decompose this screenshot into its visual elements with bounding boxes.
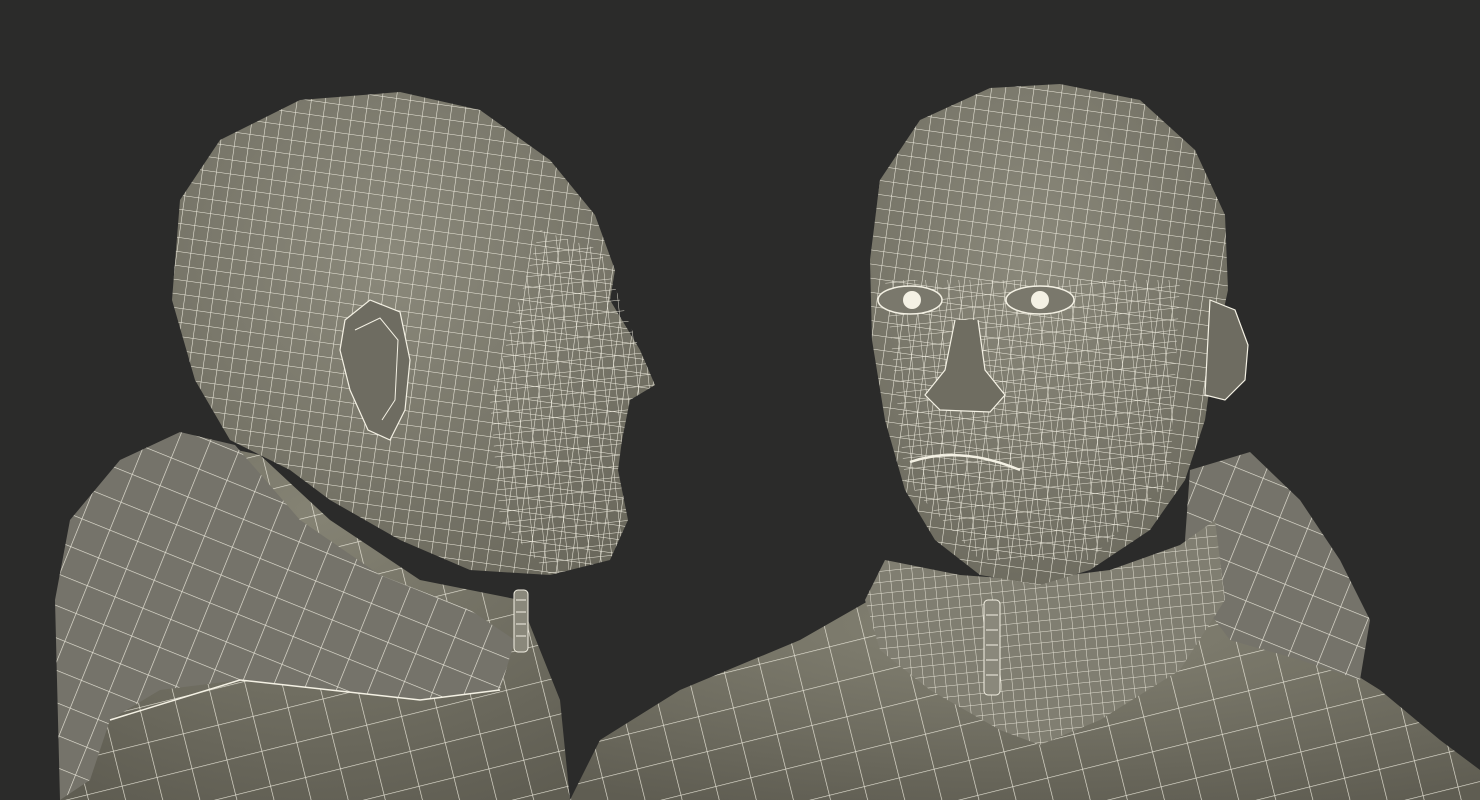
front-view-head — [870, 84, 1228, 585]
render-viewport — [0, 0, 1480, 800]
side-view-figure — [55, 92, 655, 800]
side-view-zipper — [513, 589, 529, 653]
front-view-ear — [1204, 299, 1249, 401]
front-view-figure — [570, 84, 1480, 800]
front-view-zipper — [983, 599, 1001, 696]
wireframe-render — [55, 84, 1480, 800]
